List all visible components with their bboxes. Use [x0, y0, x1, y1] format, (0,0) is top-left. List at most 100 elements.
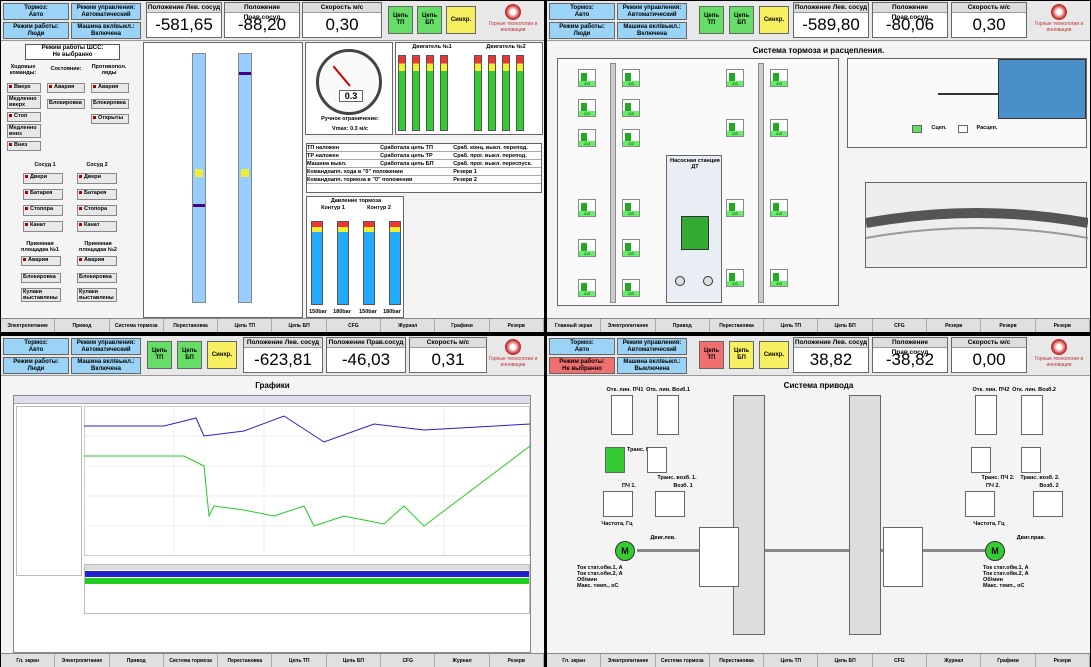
nav-journal[interactable]: Журнал — [435, 654, 490, 667]
nav-brake-system[interactable]: Система тормоза — [164, 654, 219, 667]
brake-unit: 2,0 — [770, 199, 788, 217]
chain-tp-indicator: Цепь ТП — [699, 6, 724, 34]
tag-tree[interactable] — [16, 406, 82, 576]
state-alarm-button[interactable]: Авария — [47, 83, 85, 93]
nav-drive[interactable]: Привод — [55, 319, 110, 332]
speed-gauge: 0.3 — [316, 49, 382, 115]
nav-chain-tp[interactable]: Цепь ТП — [218, 319, 273, 332]
counter-alarm-button[interactable]: Авария — [91, 83, 129, 93]
move-slow-down-button[interactable]: Медленно вниз — [7, 124, 41, 138]
series-legend-table[interactable] — [84, 564, 530, 614]
platform2-block-button[interactable]: Блокировка — [77, 273, 117, 283]
nav-cfg[interactable]: CFG — [381, 654, 436, 667]
breaker-pch2[interactable] — [975, 395, 997, 435]
panel-brake-system: Тормоз: Авто Режим управления: Автоматичес… — [547, 1, 1090, 332]
vmax-select[interactable]: 0.3 — [350, 126, 358, 132]
engine1-label: Двигатель №1 — [412, 44, 452, 50]
nav-rearrange[interactable]: Перестановка — [710, 654, 765, 667]
footer-nav: Электропитание Привод Система тормоза Пе… — [1, 318, 544, 332]
pressure-gauge-icon — [675, 276, 685, 286]
nav-reserve[interactable]: Резерв — [490, 319, 544, 332]
vessel2-battery-button[interactable]: Батарея — [77, 189, 117, 200]
nav-chain-bp[interactable]: Цепь БП — [272, 319, 327, 332]
nav-chain-bp[interactable]: Цепь БП — [818, 319, 873, 332]
nav-power[interactable]: Электропитание — [55, 654, 110, 667]
counter-open-button[interactable]: Открыты — [91, 114, 129, 124]
nav-rearrange[interactable]: Перестановка — [218, 654, 273, 667]
platform1-block-button[interactable]: Блокировка — [21, 273, 61, 283]
breaker-vozb1[interactable] — [657, 395, 679, 435]
nav-chain-tp[interactable]: Цепь ТП — [764, 654, 819, 667]
move-down-button[interactable]: Вниз — [7, 141, 41, 151]
nav-graphs[interactable]: Графики — [981, 654, 1036, 667]
nav-reserve[interactable]: Резерв — [927, 319, 982, 332]
nav-reserve[interactable]: Резерв — [1036, 654, 1090, 667]
state-block-button[interactable]: Блокировка — [47, 99, 85, 109]
vessel1-battery-button[interactable]: Батарея — [23, 189, 63, 200]
shaft-diagram — [143, 42, 303, 318]
machine-state-box: Машина вкл/выкл.: Выключена — [617, 357, 687, 374]
legend-row-green[interactable] — [85, 578, 529, 584]
brake-unit: 2,0 — [622, 199, 640, 217]
brake-cylinder-icon — [625, 203, 631, 211]
panel-graphs: Тормоз: Авто Режим управления: Автоматичес… — [1, 336, 544, 667]
stop-button[interactable]: Стоп — [7, 112, 41, 122]
nav-cfg[interactable]: CFG — [873, 319, 928, 332]
nav-drive[interactable]: Привод — [656, 319, 710, 332]
nav-chain-tp[interactable]: Цепь ТП — [272, 654, 327, 667]
vessel1-rope-button[interactable]: Канат — [23, 221, 63, 232]
platform2-cams-button[interactable]: Кулаки выставлены — [77, 288, 117, 302]
vessel1-header: Сосуд 1 — [34, 162, 56, 168]
move-up-button[interactable]: Вверх — [7, 83, 41, 93]
nav-chain-bp[interactable]: Цепь БП — [818, 654, 873, 667]
nav-drive[interactable]: Привод — [110, 654, 164, 667]
nav-rearrange[interactable]: Перестановка — [164, 319, 219, 332]
vessel2-rope-button[interactable]: Канат — [77, 221, 117, 232]
nav-journal[interactable]: Журнал — [381, 319, 436, 332]
nav-power[interactable]: Электропитание — [1, 319, 56, 332]
brake-mode-box: Тормоз: Авто — [3, 338, 69, 355]
nav-main-screen[interactable]: Гл. экран — [547, 654, 602, 667]
nav-journal[interactable]: Журнал — [927, 654, 982, 667]
nav-rearrange[interactable]: Перестановка — [710, 319, 765, 332]
vessel1-stoppers-button[interactable]: Стопора — [23, 205, 63, 216]
brake-mode-box: Тормоз: Авто — [549, 3, 615, 20]
nav-chain-bp[interactable]: Цепь БП — [327, 654, 382, 667]
nav-cfg[interactable]: CFG — [873, 654, 928, 667]
nav-reserve[interactable]: Резерв — [1036, 319, 1090, 332]
vessel2-stoppers-button[interactable]: Стопора — [77, 205, 117, 216]
nav-reserve[interactable]: Резерв — [490, 654, 544, 667]
nav-main-screen[interactable]: Гл. экран — [1, 654, 56, 667]
legend-row-blue[interactable] — [85, 571, 529, 577]
platform2-alarm-button[interactable]: Авария — [77, 256, 117, 266]
nav-power[interactable]: Электропитание — [601, 319, 656, 332]
nav-chain-tp[interactable]: Цепь ТП — [764, 319, 819, 332]
vessel1-doors-button[interactable]: Двери — [23, 173, 63, 184]
chart-toolbar[interactable] — [14, 396, 530, 404]
nav-brake-system[interactable]: Система тормоза — [110, 319, 164, 332]
brake-cylinder-icon — [581, 73, 587, 81]
move-slow-up-button[interactable]: Медленно вверх — [7, 95, 41, 109]
chain-bp-indicator: Цепь БП — [729, 341, 754, 369]
pressure-bar-2 — [337, 221, 349, 305]
status-led-icon — [79, 207, 82, 211]
platform1-alarm-button[interactable]: Авария — [21, 256, 61, 266]
nav-power[interactable]: Электропитание — [601, 654, 656, 667]
trend-plot[interactable] — [84, 406, 530, 556]
counter-block-button[interactable]: Блокировка — [91, 99, 129, 109]
vessel2-doors-button[interactable]: Двери — [77, 173, 117, 184]
breaker-pch1[interactable] — [611, 395, 633, 435]
logo-emblem-icon — [505, 4, 521, 20]
nav-main-screen[interactable]: Главный экран — [547, 319, 602, 332]
nav-reserve[interactable]: Резерв — [981, 319, 1036, 332]
nav-brake-system[interactable]: Система тормоза — [656, 654, 710, 667]
right-vessel-position: Положение Прав.сосуд -80,06 — [872, 2, 948, 38]
nav-cfg[interactable]: CFG — [327, 319, 382, 332]
left-vessel-position: Положение Лев. сосуд -589,80 — [793, 2, 869, 38]
breaker-vozb2[interactable] — [1021, 395, 1043, 435]
brake-unit: 2,0 — [578, 99, 596, 117]
contour2-label: Контур 2 — [367, 205, 391, 211]
exciter2-icon — [1033, 491, 1063, 517]
nav-graphs[interactable]: Графики — [435, 319, 490, 332]
platform1-cams-button[interactable]: Кулаки выставлены — [21, 288, 61, 302]
